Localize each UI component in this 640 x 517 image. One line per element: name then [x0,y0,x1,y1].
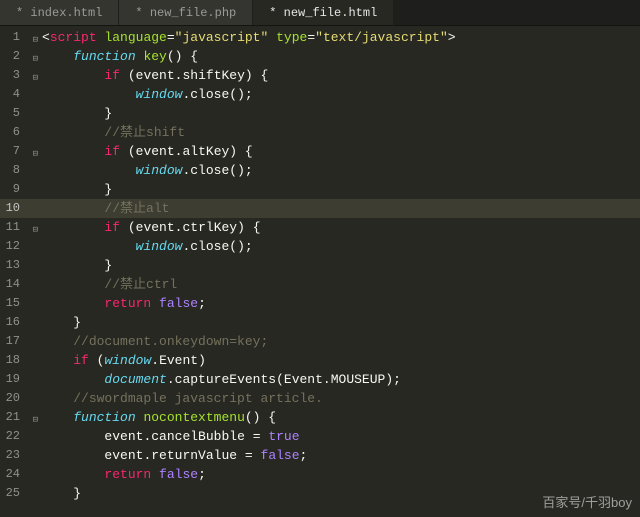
line-number: 21⊟ [0,408,28,427]
fold-icon[interactable]: ⊟ [33,221,38,240]
code-line[interactable]: window.close(); [42,85,640,104]
tab-new-file-php[interactable]: * new_file.php [119,0,253,25]
tab-new-file-html[interactable]: * new_file.html [253,0,394,25]
code-line[interactable]: window.close(); [42,237,640,256]
line-number: 19 [0,370,28,389]
line-number: 11⊟ [0,218,28,237]
code-editor[interactable]: 1⊟2⊟3⊟4567⊟891011⊟12131415161718192021⊟2… [0,26,640,517]
fold-icon[interactable]: ⊟ [33,69,38,88]
code-line[interactable]: return false; [42,465,640,484]
line-number: 4 [0,85,28,104]
watermark: 百家号/千羽boy [542,492,632,511]
code-line[interactable]: } [42,256,640,275]
line-number: 15 [0,294,28,313]
line-number: 22 [0,427,28,446]
line-number: 10 [0,199,28,218]
code-line[interactable]: //禁止alt [28,199,640,218]
fold-icon[interactable]: ⊟ [33,50,38,69]
code-line[interactable]: document.captureEvents(Event.MOUSEUP); [42,370,640,389]
code-line[interactable]: function nocontextmenu() { [42,408,640,427]
line-number: 13 [0,256,28,275]
code-line[interactable]: //禁止ctrl [42,275,640,294]
fold-icon[interactable]: ⊟ [33,411,38,430]
code-line[interactable]: <script language="javascript" type="text… [42,28,640,47]
code-line[interactable]: return false; [42,294,640,313]
code-line[interactable]: } [42,313,640,332]
code-line[interactable]: event.returnValue = false; [42,446,640,465]
code-line[interactable]: //document.onkeydown=key; [42,332,640,351]
line-number: 20 [0,389,28,408]
line-number: 8 [0,161,28,180]
line-number: 23 [0,446,28,465]
code-line[interactable]: if (event.shiftKey) { [42,66,640,85]
code-line[interactable]: if (event.altKey) { [42,142,640,161]
code-line[interactable]: } [42,180,640,199]
code-line[interactable]: } [42,104,640,123]
line-gutter: 1⊟2⊟3⊟4567⊟891011⊟12131415161718192021⊟2… [0,26,28,517]
line-number: 12 [0,237,28,256]
code-line[interactable]: event.cancelBubble = true [42,427,640,446]
line-number: 2⊟ [0,47,28,66]
line-number: 9 [0,180,28,199]
code-line[interactable]: window.close(); [42,161,640,180]
fold-icon[interactable]: ⊟ [33,31,38,50]
code-line[interactable]: //禁止shift [42,123,640,142]
line-number: 25 [0,484,28,503]
tab-index-html[interactable]: * index.html [0,0,119,25]
line-number: 18 [0,351,28,370]
line-number: 7⊟ [0,142,28,161]
code-line[interactable]: if (window.Event) [42,351,640,370]
code-line[interactable]: if (event.ctrlKey) { [42,218,640,237]
line-number: 5 [0,104,28,123]
code-area[interactable]: <script language="javascript" type="text… [28,26,640,517]
code-line[interactable]: function key() { [42,47,640,66]
line-number: 17 [0,332,28,351]
line-number: 24 [0,465,28,484]
line-number: 16 [0,313,28,332]
line-number: 3⊟ [0,66,28,85]
code-line[interactable]: //swordmaple javascript article. [42,389,640,408]
line-number: 6 [0,123,28,142]
tab-bar: * index.html * new_file.php * new_file.h… [0,0,640,26]
line-number: 1⊟ [0,28,28,47]
fold-icon[interactable]: ⊟ [33,145,38,164]
line-number: 14 [0,275,28,294]
